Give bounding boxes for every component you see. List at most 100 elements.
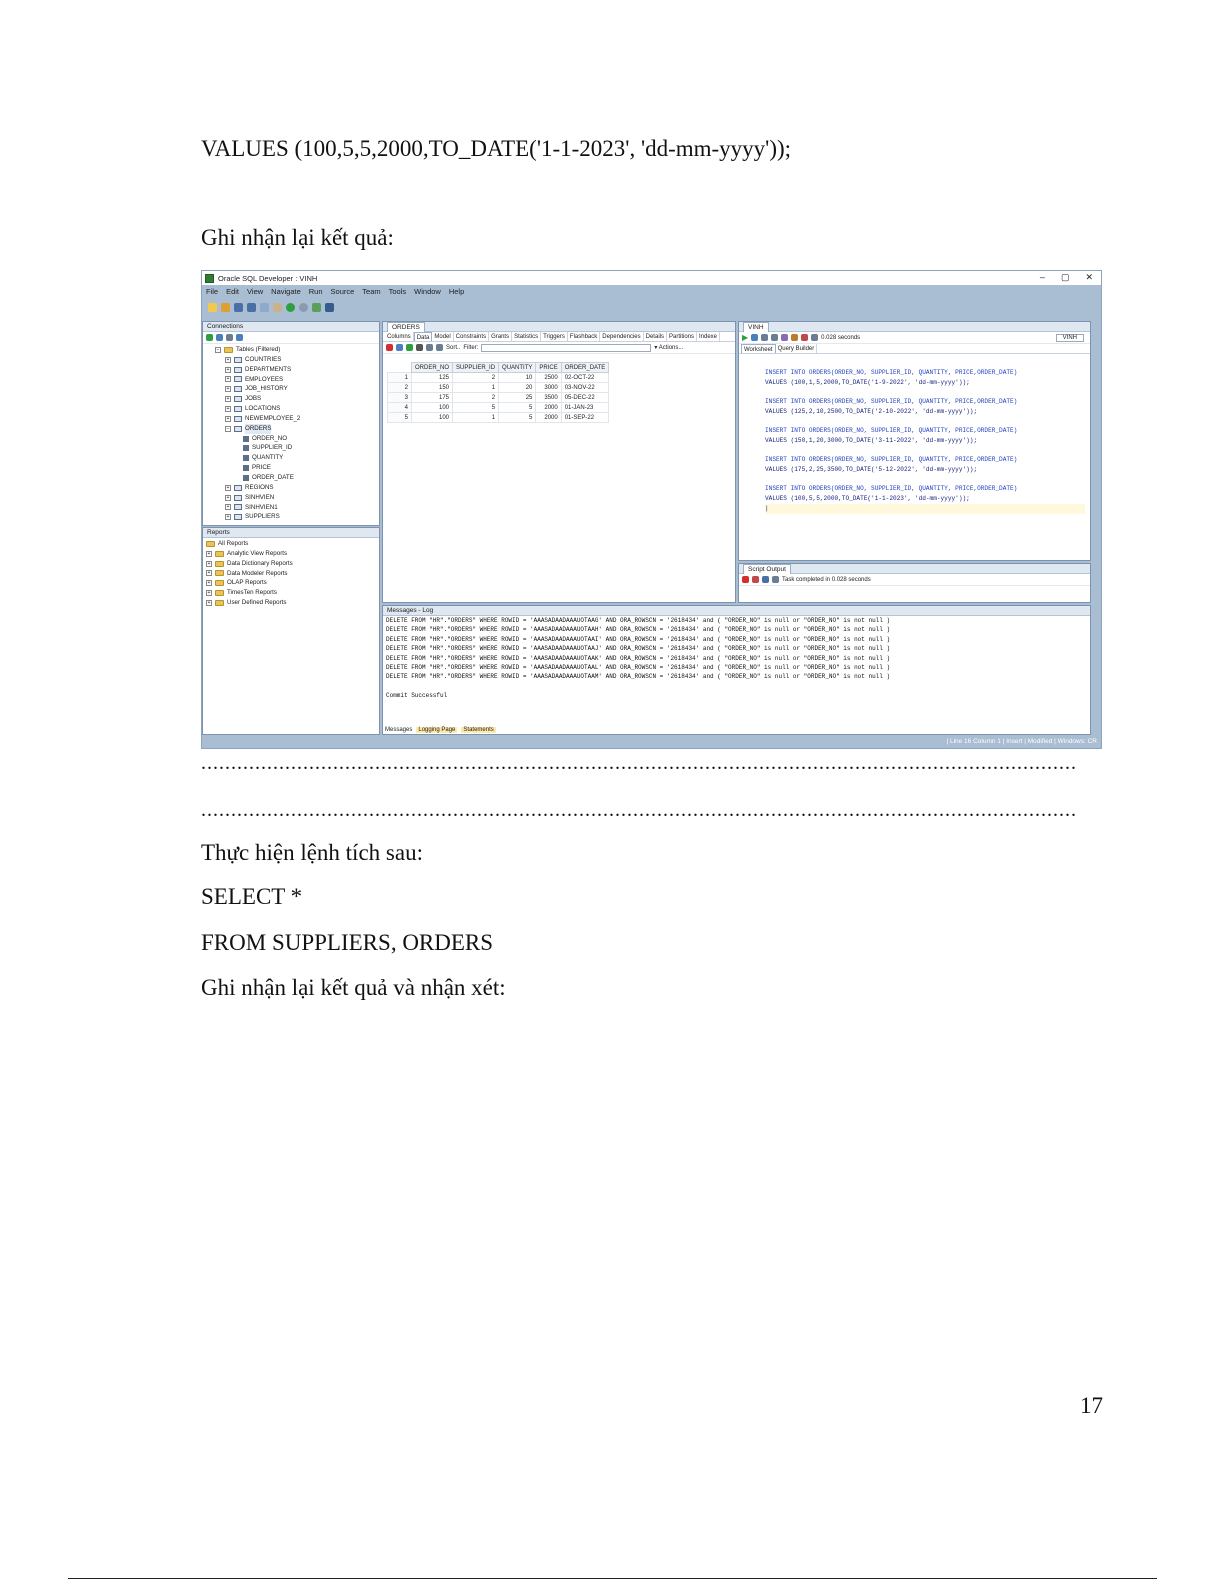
tree-table-regions[interactable]: + REGIONS (225, 483, 379, 493)
save-icon[interactable] (234, 302, 243, 312)
tree-column-price[interactable]: PRICE (243, 463, 379, 473)
menu-source[interactable]: Source (331, 287, 355, 296)
report-data-dictionary[interactable]: + Data Dictionary Reports (206, 559, 379, 569)
subtab-worksheet[interactable]: Worksheet (741, 344, 776, 353)
tab-vinh-worksheet[interactable]: VINH (743, 322, 769, 332)
add-connection-icon[interactable] (206, 334, 213, 341)
save-icon[interactable] (762, 576, 769, 583)
close-button[interactable]: ✕ (1085, 272, 1093, 283)
subtab-data[interactable]: Data (413, 332, 433, 341)
tree-column-order-date[interactable]: ORDER_DATE (243, 473, 379, 483)
pin-icon[interactable] (386, 344, 393, 351)
tree-column-order-no[interactable]: ORDER_NO (243, 434, 379, 444)
tab-statements[interactable]: Statements (461, 727, 496, 733)
run-script-icon[interactable] (751, 334, 759, 341)
tab-logging-page[interactable]: Logging Page (416, 727, 458, 733)
subtab-partitions[interactable]: Partitions (667, 332, 697, 341)
tree-table-newemployee-2[interactable]: + NEWEMPLOYEE_2 (225, 414, 379, 424)
col-header-supplier-id[interactable]: SUPPLIER_ID (452, 362, 500, 373)
tab-script-output[interactable]: Script Output (743, 564, 791, 574)
eraser-icon[interactable] (801, 334, 809, 341)
undo-icon[interactable] (260, 302, 269, 312)
explain-plan-icon[interactable] (781, 334, 789, 341)
report-user-defined[interactable]: + User Defined Reports (206, 598, 379, 608)
subtab-dependencies[interactable]: Dependencies (600, 332, 644, 341)
autotrace-icon[interactable] (791, 334, 799, 341)
tree-table-jobs[interactable]: + JOBS (225, 394, 379, 404)
open-folder-icon[interactable] (221, 302, 230, 312)
refresh-icon[interactable] (216, 334, 223, 341)
tree-table-sinhvien1[interactable]: + SINHVIEN1 (225, 503, 379, 513)
connection-selector[interactable]: VINH (1055, 333, 1084, 342)
tree-column-quantity[interactable]: QUANTITY (243, 453, 379, 463)
save-all-icon[interactable] (247, 302, 256, 312)
report-analytic-view[interactable]: + Analytic View Reports (206, 549, 379, 559)
table-row[interactable]: 3 175 2 25 3500 05-DEC-22 (387, 392, 610, 403)
report-timesten[interactable]: + TimesTen Reports (206, 588, 379, 598)
table-row[interactable]: 2 150 1 20 3000 03-NOV-22 (387, 382, 610, 393)
subtab-query-builder[interactable]: Query Builder (776, 344, 818, 353)
tree-table-employees[interactable]: + EMPLOYEES (225, 375, 379, 385)
commit-icon[interactable] (426, 344, 433, 351)
col-header-order-no[interactable]: ORDER_NO (410, 362, 454, 373)
minimize-button[interactable]: – (1040, 272, 1045, 283)
sql-editor[interactable]: INSERT INTO ORDERS(ORDER_NO, SUPPLIER_ID… (765, 368, 1085, 514)
back-icon[interactable] (286, 302, 295, 312)
tree-table-suppliers[interactable]: + SUPPLIERS (225, 512, 379, 522)
schema-icon[interactable] (236, 334, 243, 341)
tree-table-job-history[interactable]: + JOB_HISTORY (225, 384, 379, 394)
eraser-icon[interactable] (752, 576, 759, 583)
sort-button[interactable]: Sort.. (446, 345, 460, 351)
menu-view[interactable]: View (247, 287, 263, 296)
tree-table-countries[interactable]: + COUNTRIES (225, 355, 379, 365)
rollback-icon[interactable] (771, 334, 779, 341)
tree-table-sinhvien[interactable]: + SINHVIEN (225, 493, 379, 503)
menu-team[interactable]: Team (362, 287, 380, 296)
menu-edit[interactable]: Edit (226, 287, 239, 296)
run-statement-icon[interactable]: ▶ (742, 333, 748, 342)
filter-input[interactable] (481, 343, 652, 352)
subtab-indexes[interactable]: Indexe (697, 332, 721, 341)
subtab-flashback[interactable]: Flashback (568, 332, 601, 341)
insert-row-icon[interactable] (406, 344, 413, 351)
tree-table-departments[interactable]: + DEPARTMENTS (225, 365, 379, 375)
subtab-details[interactable]: Details (644, 332, 667, 341)
binoculars-icon[interactable] (325, 302, 334, 312)
menu-navigate[interactable]: Navigate (271, 287, 301, 296)
print-icon[interactable] (772, 576, 779, 583)
tab-orders[interactable]: ORDERS (387, 322, 425, 332)
subtab-grants[interactable]: Grants (489, 332, 513, 341)
menu-tools[interactable]: Tools (389, 287, 407, 296)
col-header-price[interactable]: PRICE (535, 362, 562, 373)
redo-icon[interactable] (273, 302, 282, 312)
menu-window[interactable]: Window (414, 287, 441, 296)
tree-column-supplier-id[interactable]: SUPPLIER_ID (243, 443, 379, 453)
refresh-icon[interactable] (396, 344, 403, 351)
table-row[interactable]: 4 100 5 5 2000 01-JAN-23 (387, 402, 610, 413)
subtab-triggers[interactable]: Triggers (541, 332, 568, 341)
subtab-columns[interactable]: Columns (385, 332, 414, 341)
maximize-button[interactable]: ▢ (1061, 272, 1070, 283)
commit-icon[interactable] (761, 334, 769, 341)
menu-run[interactable]: Run (309, 287, 323, 296)
col-header-order-date[interactable]: ORDER_DATE (560, 362, 610, 373)
table-row[interactable]: 5 100 1 5 2000 01-SEP-22 (387, 412, 610, 423)
report-all[interactable]: All Reports (206, 539, 379, 549)
subtab-model[interactable]: Model (432, 332, 454, 341)
report-olap[interactable]: + OLAP Reports (206, 578, 379, 588)
tree-table-locations[interactable]: + LOCATIONS (225, 404, 379, 414)
tree-node-tables[interactable]: − Tables (Filtered) (215, 345, 379, 355)
history-icon[interactable] (811, 334, 819, 341)
delete-row-icon[interactable] (416, 344, 423, 351)
new-file-icon[interactable] (208, 302, 217, 312)
report-data-modeler[interactable]: + Data Modeler Reports (206, 569, 379, 579)
table-row[interactable]: 1 125 2 10 2500 02-OCT-22 (387, 372, 610, 383)
menu-file[interactable]: File (206, 287, 218, 296)
actions-button[interactable]: ▾ Actions... (654, 344, 683, 351)
menu-help[interactable]: Help (449, 287, 464, 296)
filter-icon[interactable] (226, 334, 233, 341)
subtab-statistics[interactable]: Statistics (512, 332, 542, 341)
rollback-icon[interactable] (436, 344, 443, 351)
col-header-quantity[interactable]: QUANTITY (498, 362, 537, 373)
tree-table-orders[interactable]: − ORDERS (225, 423, 379, 434)
